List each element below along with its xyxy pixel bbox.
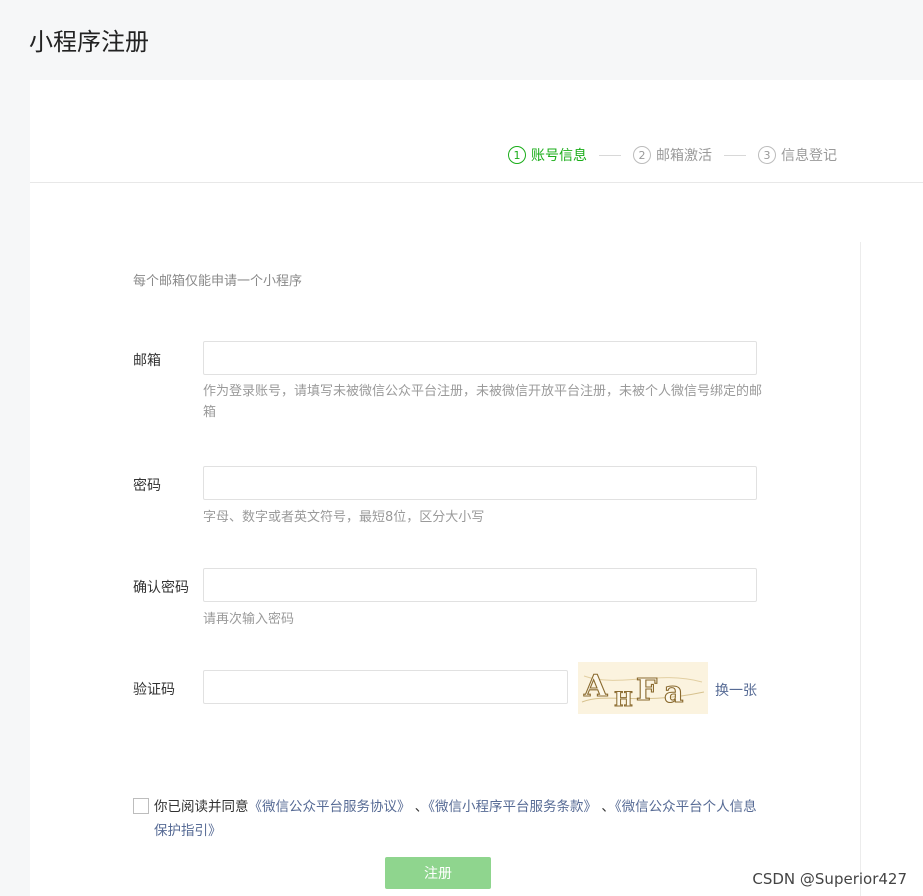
form-tip: 每个邮箱仅能申请一个小程序 xyxy=(133,274,303,289)
password-label: 密码 xyxy=(133,478,161,494)
step-account-info: 1 账号信息 xyxy=(508,145,587,165)
watermark: CSDN @Superior427 xyxy=(752,870,907,888)
step-separator xyxy=(599,154,621,156)
agreement-prefix: 你已阅读并同意 xyxy=(154,799,249,815)
page-title: 小程序注册 xyxy=(29,28,149,56)
step-info-registration: 3 信息登记 xyxy=(758,145,837,165)
captcha-char: a xyxy=(664,675,683,710)
captcha-char: A xyxy=(583,669,608,704)
registration-card: 1 账号信息 2 邮箱激活 3 信息登记 每个邮箱仅能申请一个小程序 邮箱 作为… xyxy=(30,80,923,896)
agreement-text: 你已阅读并同意《微信公众平台服务协议》 、《微信小程序平台服务条款》 、《微信公… xyxy=(154,795,764,843)
step-indicator: 1 账号信息 2 邮箱激活 3 信息登记 xyxy=(508,145,837,165)
register-button[interactable]: 注册 xyxy=(385,857,491,889)
email-label: 邮箱 xyxy=(133,353,161,369)
step-label: 账号信息 xyxy=(531,148,587,164)
password-hint: 字母、数字或者英文符号，最短8位，区分大小写 xyxy=(203,510,485,525)
step-email-activation: 2 邮箱激活 xyxy=(633,145,712,165)
agreement-separator: 、 xyxy=(410,799,429,815)
step-label: 邮箱激活 xyxy=(656,148,712,164)
captcha-graphic: A H F a xyxy=(581,668,705,712)
confirm-password-label: 确认密码 xyxy=(133,580,189,596)
agreement-separator: 、 xyxy=(597,799,615,815)
confirm-password-field[interactable] xyxy=(203,568,757,602)
email-hint: 作为登录账号，请填写未被微信公众平台注册，未被微信开放平台注册，未被个人微信号绑… xyxy=(203,384,763,420)
step-separator xyxy=(724,154,746,156)
captcha-refresh-link[interactable]: 换一张 xyxy=(715,680,757,700)
captcha-field[interactable] xyxy=(203,670,568,704)
email-field[interactable] xyxy=(203,341,757,375)
step-number-2: 2 xyxy=(633,146,651,164)
captcha-label: 验证码 xyxy=(133,682,175,698)
captcha-char: F xyxy=(636,673,657,708)
step-number-1: 1 xyxy=(508,146,526,164)
steps-divider xyxy=(30,182,923,183)
vertical-divider xyxy=(860,242,861,896)
password-field[interactable] xyxy=(203,466,757,500)
step-label: 信息登记 xyxy=(781,148,837,164)
miniprogram-terms-link[interactable]: 《微信小程序平台服务条款》 xyxy=(428,799,597,815)
step-number-3: 3 xyxy=(758,146,776,164)
agreement-checkbox[interactable] xyxy=(133,798,149,814)
confirm-password-hint: 请再次输入密码 xyxy=(203,612,295,627)
captcha-image[interactable]: A H F a xyxy=(578,662,708,714)
service-agreement-link[interactable]: 《微信公众平台服务协议》 xyxy=(249,799,411,815)
captcha-char: H xyxy=(614,687,633,711)
